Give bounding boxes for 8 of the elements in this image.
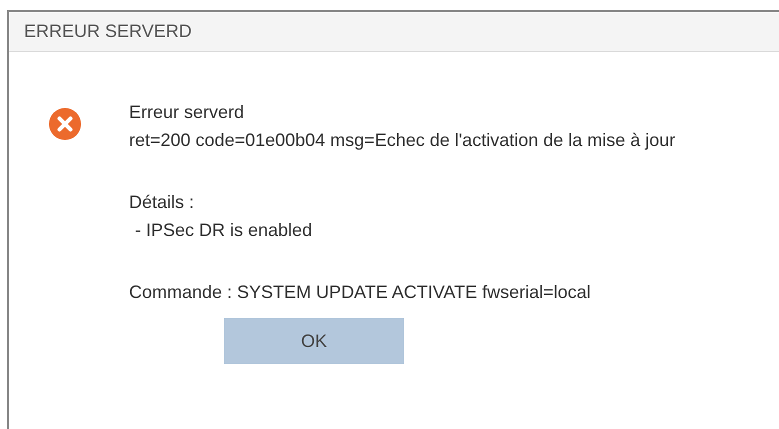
window-title: ERREUR SERVERD (24, 20, 192, 43)
details-label: Détails : (129, 191, 196, 214)
command-text: Commande : SYSTEM UPDATE ACTIVATE fwserial=local (129, 281, 592, 304)
error-message: ret=200 code=01e00b04 msg=Echec de l'activation de la mise à jour (129, 129, 676, 152)
details-item: - IPSec DR is enabled (134, 219, 314, 242)
ok-button[interactable]: OK (224, 318, 404, 364)
error-icon (49, 108, 81, 140)
error-heading: Erreur serverd (129, 101, 246, 124)
